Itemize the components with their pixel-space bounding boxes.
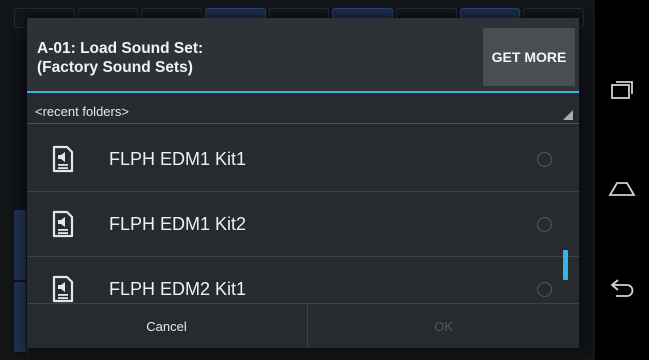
radio-button[interactable] bbox=[537, 282, 552, 297]
background-side-tab bbox=[14, 210, 26, 280]
background-right-panel bbox=[580, 36, 592, 356]
dialog-header: A-01: Load Sound Set: (Factory Sound Set… bbox=[27, 18, 579, 91]
dropdown-arrow-icon bbox=[563, 110, 573, 120]
background-side-tab bbox=[14, 282, 26, 352]
radio-button[interactable] bbox=[537, 217, 552, 232]
load-sound-set-dialog: A-01: Load Sound Set: (Factory Sound Set… bbox=[27, 18, 579, 348]
folder-selector[interactable]: <recent folders> bbox=[27, 98, 579, 124]
recent-apps-icon bbox=[611, 81, 633, 99]
dialog-title-line1: A-01: Load Sound Set: bbox=[37, 40, 204, 57]
system-nav-bar bbox=[595, 0, 649, 360]
list-item-label: FLPH EDM2 Kit1 bbox=[109, 279, 247, 299]
folder-selector-label: <recent folders> bbox=[35, 104, 129, 119]
ok-button[interactable]: OK bbox=[307, 304, 579, 348]
list-item-label: FLPH EDM1 Kit2 bbox=[109, 214, 247, 234]
list-scrollbar[interactable] bbox=[563, 250, 568, 280]
sound-file-icon bbox=[52, 145, 74, 173]
dialog-title: A-01: Load Sound Set: (Factory Sound Set… bbox=[37, 39, 477, 77]
dialog-title-line2: (Factory Sound Sets) bbox=[37, 59, 193, 76]
recent-apps-button[interactable] bbox=[595, 60, 649, 120]
dialog-footer: Cancel OK bbox=[27, 303, 579, 348]
back-icon bbox=[610, 279, 634, 297]
sound-file-icon bbox=[52, 275, 74, 303]
sound-file-icon bbox=[52, 210, 74, 238]
list-item[interactable]: FLPH EDM1 Kit2 bbox=[27, 193, 579, 257]
get-more-button[interactable]: GET MORE bbox=[483, 28, 575, 86]
home-button[interactable] bbox=[595, 158, 649, 218]
header-divider bbox=[27, 91, 579, 93]
list-item-label: FLPH EDM1 Kit1 bbox=[109, 149, 247, 169]
radio-button[interactable] bbox=[537, 152, 552, 167]
back-button[interactable] bbox=[595, 258, 649, 318]
cancel-button[interactable]: Cancel bbox=[27, 304, 306, 348]
home-icon bbox=[608, 182, 636, 196]
sound-set-list[interactable]: FLPH EDM1 Kit1 FLPH EDM1 Kit2 FLPH EDM2 … bbox=[27, 128, 579, 303]
list-item[interactable]: FLPH EDM2 Kit1 bbox=[27, 258, 579, 303]
list-item[interactable]: FLPH EDM1 Kit1 bbox=[27, 128, 579, 192]
